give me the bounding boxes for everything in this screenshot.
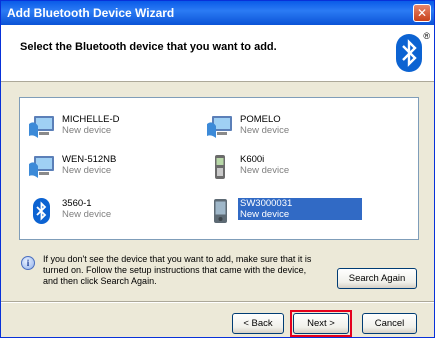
info-icon: i [21, 256, 35, 270]
device-status: New device [240, 125, 290, 136]
next-button-highlight [290, 310, 352, 337]
device-label: WEN-512NB New device [60, 154, 118, 176]
computer-icon [28, 154, 56, 180]
wizard-window: Add Bluetooth Device Wizard ✕ Select the… [0, 0, 435, 338]
device-label: POMELO New device [238, 114, 291, 136]
page-prompt: Select the Bluetooth device that you wan… [20, 41, 277, 53]
bluetooth-icon [28, 198, 56, 224]
device-item-wen-512nb[interactable]: WEN-512NB New device [28, 154, 118, 180]
device-name: POMELO [240, 114, 281, 125]
close-icon: ✕ [416, 6, 428, 20]
device-item-sw3000031[interactable]: SW3000031 New device [206, 198, 362, 224]
device-list[interactable]: MICHELLE-D New device POMELO New device WE… [19, 97, 419, 240]
back-button[interactable]: < Back [232, 313, 284, 334]
device-status: New device [240, 209, 290, 220]
hint-line: turned on. Follow the setup instructions… [43, 265, 307, 275]
close-button[interactable]: ✕ [413, 4, 431, 22]
computer-icon [206, 114, 234, 140]
device-item-michelle-d[interactable]: MICHELLE-D New device [28, 114, 122, 140]
cancel-button[interactable]: Cancel [362, 313, 417, 334]
wizard-header: Select the Bluetooth device that you wan… [1, 25, 434, 82]
device-item-k600i[interactable]: K600i New device [206, 154, 291, 180]
device-status: New device [62, 165, 112, 176]
device-label: MICHELLE-D New device [60, 114, 122, 136]
device-name: SW3000031 [240, 198, 293, 209]
pda-icon [206, 198, 234, 224]
registered-mark: ® [423, 31, 430, 41]
window-title: Add Bluetooth Device Wizard [7, 6, 175, 20]
device-item-3560-1[interactable]: 3560-1 New device [28, 198, 113, 224]
device-name: MICHELLE-D [62, 114, 120, 125]
device-label: K600i New device [238, 154, 291, 176]
footer-divider [1, 301, 434, 303]
computer-icon [28, 114, 56, 140]
device-status: New device [62, 125, 112, 136]
phone-icon [206, 154, 234, 180]
device-status: New device [62, 209, 112, 220]
device-item-pomelo[interactable]: POMELO New device [206, 114, 291, 140]
hint-line: and then click Search Again. [43, 276, 157, 286]
bluetooth-logo-icon [396, 34, 422, 72]
hint-text: If you don't see the device that you wan… [43, 254, 333, 287]
device-name: 3560-1 [62, 198, 92, 209]
device-name: K600i [240, 154, 265, 165]
device-status: New device [240, 165, 290, 176]
device-name: WEN-512NB [62, 154, 117, 165]
hint-line: If you don't see the device that you wan… [43, 254, 312, 264]
device-label: 3560-1 New device [60, 198, 113, 220]
device-label: SW3000031 New device [238, 198, 362, 220]
title-bar: Add Bluetooth Device Wizard ✕ [1, 1, 434, 25]
search-again-button[interactable]: Search Again [337, 268, 417, 289]
